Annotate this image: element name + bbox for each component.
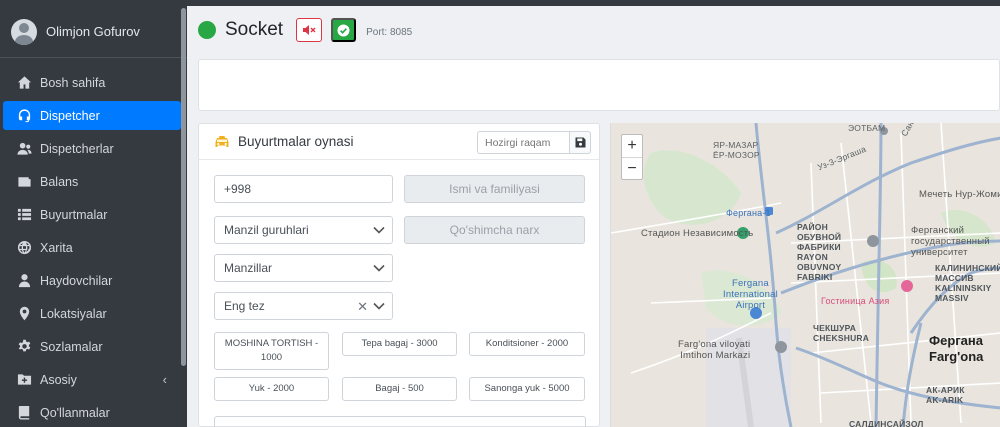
map-label: КАЛИНИНСКИЙ МАССИВ KALININSKIY MASSIV: [935, 263, 1000, 303]
map-label: ЭОТБАМ: [848, 123, 886, 133]
option-chip[interactable]: Sanonga yuk - 5000: [469, 377, 585, 401]
speed-select[interactable]: Eng tez ✕: [214, 292, 393, 320]
user-icon: [16, 273, 32, 289]
map-label: ЧЕКШУРА CHEKSHURA: [813, 323, 870, 343]
confirm-button[interactable]: [331, 18, 357, 42]
sidebar-item-label: Balans: [40, 174, 79, 189]
chevron-left-icon: ‹: [162, 372, 167, 387]
addresses-select[interactable]: Manzillar: [214, 254, 393, 282]
map-label: Farg'ona: [929, 349, 984, 364]
sidebar-item-xarita[interactable]: Xarita: [3, 233, 181, 262]
map-marker-icon: [16, 306, 32, 322]
sidebar-item-label: Asosiy: [40, 372, 77, 387]
map-label: Гостиница Азия: [821, 296, 890, 306]
info-panel: [198, 59, 1000, 111]
check-circle-icon: [337, 24, 350, 36]
sidebar-item-dispetcher[interactable]: Dispetcher: [3, 101, 181, 130]
list-icon: [16, 207, 32, 223]
map-label: ЯР-МАЗАР: [713, 140, 759, 150]
sidebar-item-label: Dispetcher: [40, 108, 100, 123]
gear-icon: [16, 339, 32, 355]
sidebar-item-label: Lokatsiyalar: [40, 306, 107, 321]
map-label: Фергана-1: [726, 208, 771, 218]
map-label: РАЙОН ОБУВНОЙ ФАБРИКИ RAYON OBUVNOY FABR…: [797, 222, 842, 282]
sidebar-item-label: Bosh sahifa: [40, 75, 106, 90]
sidebar: Olimjon Gofurov Bosh sahifa Dispetcher D…: [0, 6, 187, 427]
map-label: Мечеть Нур-Жомиъ: [919, 189, 1000, 200]
sidebar-item-label: Haydovchilar: [40, 273, 113, 288]
sidebar-item-buyurtmalar[interactable]: Buyurtmalar: [3, 200, 181, 229]
save-icon: [575, 137, 585, 148]
main-content: Socket Port: 8085 Buyurtmalar oynasi +99…: [187, 6, 1000, 427]
volume-mute-icon: [303, 25, 316, 35]
map-label: Fergana International Airport: [723, 278, 778, 311]
map-label: САЛДИНСАЙЗОЛ: [849, 419, 924, 427]
sidebar-item-dispetcherlar[interactable]: Dispetcherlar: [3, 134, 181, 163]
wallet-icon: [16, 174, 32, 190]
port-label: Port: 8085: [366, 26, 413, 38]
sidebar-item-bosh-sahifa[interactable]: Bosh sahifa: [3, 68, 181, 97]
map-label: АК-АРИК AK-ARIK: [926, 385, 965, 405]
option-chip[interactable]: Yuk - 2000: [214, 377, 329, 401]
phone-input[interactable]: +998: [214, 175, 393, 203]
zoom-in-button[interactable]: +: [622, 135, 642, 157]
current-number-group: [477, 131, 591, 154]
address-group-select[interactable]: Manzil guruhlari: [214, 216, 393, 244]
globe-icon: [16, 240, 32, 256]
sidebar-item-qollanmalar[interactable]: Qo'llanmalar: [3, 398, 181, 427]
sidebar-item-label: Qo'llanmalar: [40, 405, 110, 420]
folder-plus-icon: [16, 372, 32, 388]
current-number-input[interactable]: [477, 131, 569, 154]
sidebar-item-label: Buyurtmalar: [40, 207, 108, 222]
socket-title: Socket: [225, 19, 284, 40]
headset-icon: [16, 108, 32, 124]
sidebar-item-balans[interactable]: Balans: [3, 167, 181, 196]
orders-title: Buyurtmalar oynasi: [238, 134, 354, 149]
orders-card-header: Buyurtmalar oynasi: [199, 124, 599, 160]
sidebar-item-lokatsiyalar[interactable]: Lokatsiyalar: [3, 299, 181, 328]
status-dot: [198, 21, 216, 39]
home-icon: [16, 75, 32, 91]
option-chip[interactable]: MOSHINA TORTISH - 1000: [214, 332, 329, 370]
user-name: Olimjon Gofurov: [46, 24, 140, 39]
user-panel[interactable]: Olimjon Gofurov: [0, 6, 187, 58]
map-label: Стадион Независимость: [641, 228, 754, 239]
sidebar-item-haydovchilar[interactable]: Haydovchilar: [3, 266, 181, 295]
select-value: Manzil guruhlari: [224, 223, 309, 237]
avatar: [11, 18, 37, 45]
sidebar-nav: Bosh sahifa Dispetcher Dispetcherlar Bal…: [0, 68, 187, 427]
name-button[interactable]: Ismi va familiyasi: [404, 175, 585, 203]
option-chip[interactable]: Tepa bagaj - 3000: [342, 332, 457, 356]
users-icon: [16, 141, 32, 157]
zoom-out-button[interactable]: −: [622, 157, 642, 179]
map-label: Фергана: [929, 333, 983, 348]
bottom-input[interactable]: [214, 416, 586, 427]
sidebar-item-sozlamalar[interactable]: Sozlamalar: [3, 332, 181, 361]
map-label: Farg'ona viloyati Imtihon Markazi: [678, 339, 751, 361]
orders-card: Buyurtmalar oynasi +998 Ismi va familiya…: [198, 123, 600, 427]
map-label: Ферганский государственный университет: [911, 225, 990, 258]
zoom-control: + −: [621, 134, 643, 180]
sidebar-item-label: Dispetcherlar: [40, 141, 114, 156]
select-value: Manzillar: [224, 261, 273, 275]
mute-button[interactable]: [296, 18, 323, 42]
chevron-down-icon: [373, 264, 385, 272]
option-chip[interactable]: Bagaj - 500: [342, 377, 457, 401]
map-panel[interactable]: + − ЭОТБАМ ЯР-МАЗАР ЁР-МОЗОР Уз-3-Эргаша…: [610, 123, 1000, 427]
option-chip[interactable]: Konditsioner - 2000: [469, 332, 585, 356]
sidebar-item-label: Xarita: [40, 240, 73, 255]
map-label: ЁР-МОЗОР: [713, 150, 760, 160]
sidebar-item-label: Sozlamalar: [40, 339, 103, 354]
sidebar-item-asosiy[interactable]: Asosiy ‹: [3, 365, 181, 394]
book-icon: [16, 405, 32, 421]
extra-price-button[interactable]: Qo'shimcha narx: [404, 216, 585, 244]
sidebar-scrollbar[interactable]: [181, 8, 186, 366]
chevron-down-icon: [373, 226, 385, 234]
save-number-button[interactable]: [569, 131, 591, 154]
select-value: Eng tez: [224, 299, 265, 313]
socket-header: Socket Port: 8085: [198, 17, 412, 43]
clear-icon[interactable]: ✕: [357, 299, 368, 315]
taxi-icon: [215, 135, 229, 147]
chevron-down-icon: [373, 302, 385, 310]
